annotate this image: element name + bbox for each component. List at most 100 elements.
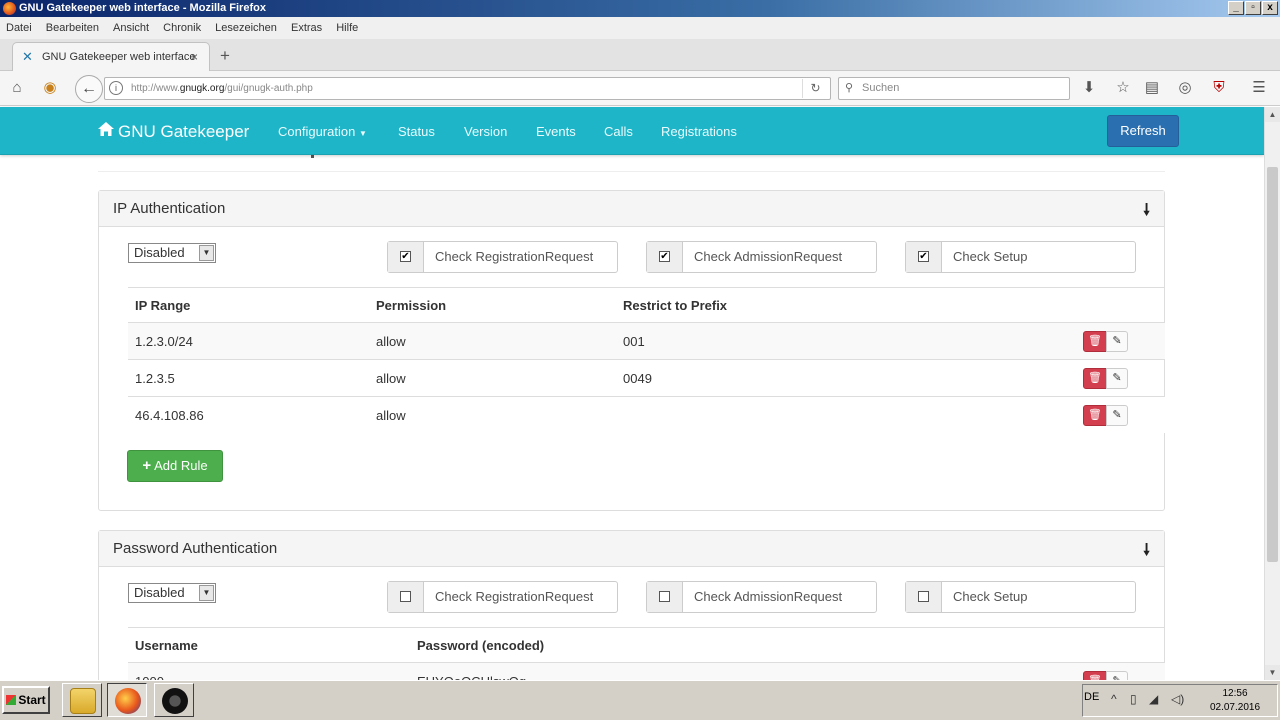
start-button[interactable]: Start (2, 686, 50, 714)
check-admissionrequest-group: ✔ Check AdmissionRequest (646, 241, 877, 273)
minimize-button[interactable]: _ (1228, 1, 1244, 15)
menu-hilfe[interactable]: Hilfe (336, 17, 358, 39)
add-rule-button[interactable]: + Add Rule (127, 450, 223, 482)
browser-tab[interactable]: ✕ GNU Gatekeeper web interface × (12, 42, 210, 72)
scroll-up-icon[interactable]: ▲ (1265, 107, 1280, 122)
column-restrict-prefix: Restrict to Prefix (623, 298, 728, 313)
address-bar[interactable]: i http://www.gnugk.org/gui/gnugk-auth.ph… (104, 77, 831, 100)
search-input[interactable]: ⚲ Suchen (838, 77, 1070, 100)
language-indicator[interactable]: DE (1084, 691, 1099, 703)
trash-icon: 🗑 (1088, 409, 1102, 421)
search-icon: ⚲ (845, 82, 854, 94)
delete-rule-button[interactable]: 🗑 (1083, 368, 1107, 389)
check-admissionrequest-checkbox[interactable] (659, 591, 670, 602)
taskbar-explorer[interactable] (62, 683, 102, 717)
check-setup-checkbox[interactable]: ✔ (918, 251, 929, 262)
system-tray: DE ^ ▯ ◢ ◁) 12:56 02.07.2016 (1082, 684, 1278, 717)
menu-chronik[interactable]: Chronik (163, 17, 201, 39)
site-info-icon[interactable]: i (109, 81, 123, 95)
collapse-arrow-icon[interactable]: 🠗 (1143, 199, 1150, 226)
menu-bar: Datei Bearbeiten Ansicht Chronik Lesezei… (0, 17, 1280, 39)
plus-icon: + (142, 457, 152, 474)
network-signal-icon[interactable]: ◢ (1149, 692, 1158, 706)
check-registrationrequest-group: ✔ Check RegistrationRequest (387, 241, 618, 273)
brand-name: GNU Gatekeeper (118, 122, 250, 141)
clock[interactable]: 12:56 02.07.2016 (1201, 687, 1269, 715)
nav-version[interactable]: Version (464, 123, 507, 141)
collapse-arrow-icon[interactable]: 🠗 (1143, 539, 1150, 566)
scroll-thumb[interactable] (1267, 167, 1278, 562)
table-row: 1.2.3.5 allow 0049 🗑 ✎ (128, 359, 1165, 396)
panel-title: Password Authentication (113, 540, 278, 557)
trash-icon: 🗑 (1088, 335, 1102, 347)
ip-auth-mode-select[interactable]: Disabled ▼ (128, 243, 216, 263)
bookmark-star-icon[interactable]: ☆ (1113, 78, 1133, 98)
column-ip-range: IP Range (135, 298, 191, 313)
dropdown-arrow-icon: ▼ (199, 245, 214, 261)
nav-registrations[interactable]: Registrations (661, 123, 737, 141)
dropdown-arrow-icon: ▼ (199, 585, 214, 601)
cell-prefix: 001 (623, 334, 645, 349)
scrolled-heading-remnant (98, 151, 1165, 172)
tab-label: GNU Gatekeeper web interface (42, 51, 196, 63)
ublock-icon[interactable]: ⛨ (1209, 78, 1229, 98)
delete-rule-button[interactable]: 🗑 (1083, 405, 1107, 426)
reading-list-icon[interactable]: ▤ (1142, 78, 1162, 98)
edit-rule-button[interactable]: ✎ (1106, 331, 1128, 352)
pencil-icon: ✎ (1112, 409, 1122, 421)
brand-link[interactable]: GNU Gatekeeper (97, 120, 249, 144)
download-icon[interactable]: ⬇ (1079, 78, 1099, 98)
pencil-icon: ✎ (1112, 372, 1122, 384)
refresh-button[interactable]: Refresh (1107, 115, 1179, 147)
taskbar-obs[interactable] (154, 683, 194, 717)
nav-configuration[interactable]: Configuration ▼ (278, 123, 367, 143)
edit-rule-button[interactable]: ✎ (1106, 368, 1128, 389)
menu-extras[interactable]: Extras (291, 17, 322, 39)
panel-title: IP Authentication (113, 200, 226, 217)
reload-icon[interactable]: ↻ (802, 79, 828, 98)
check-registrationrequest-checkbox[interactable]: ✔ (400, 251, 411, 262)
panel-heading: IP Authentication 🠗 (99, 191, 1164, 227)
menu-bearbeiten[interactable]: Bearbeiten (46, 17, 99, 39)
addon-icon[interactable]: ◉ (40, 78, 60, 98)
panel-heading: Password Authentication 🠗 (99, 531, 1164, 567)
delete-rule-button[interactable]: 🗑 (1083, 331, 1107, 352)
cell-permission: allow (376, 334, 406, 349)
nav-status[interactable]: Status (398, 123, 435, 141)
window-title-bar[interactable]: GNU Gatekeeper web interface - Mozilla F… (0, 0, 1280, 17)
restore-button[interactable]: ▫ (1245, 1, 1261, 15)
url-text: http://www.gnugk.org/gui/gnugk-auth.php (131, 83, 313, 94)
column-password: Password (encoded) (417, 638, 545, 653)
cell-permission: allow (376, 408, 406, 423)
firefox-icon (3, 2, 16, 15)
battery-icon[interactable]: ▯ (1130, 692, 1137, 706)
ip-authentication-panel: IP Authentication 🠗 Disabled ▼ ✔ Check R… (98, 190, 1165, 511)
table-header-row: IP Range Permission Restrict to Prefix (128, 287, 1165, 323)
firefox-icon (115, 688, 141, 714)
check-setup-checkbox[interactable] (918, 591, 929, 602)
vertical-scrollbar[interactable]: ▲ ▼ (1264, 107, 1280, 680)
volume-icon[interactable]: ◁) (1171, 692, 1184, 706)
menu-ansicht[interactable]: Ansicht (113, 17, 149, 39)
taskbar-firefox[interactable] (107, 683, 147, 717)
back-button[interactable]: ← (75, 75, 103, 103)
scroll-down-icon[interactable]: ▼ (1265, 665, 1280, 680)
window-title: GNU Gatekeeper web interface - Mozilla F… (19, 2, 266, 14)
pocket-icon[interactable]: ◎ (1175, 78, 1195, 98)
nav-calls[interactable]: Calls (604, 123, 633, 141)
menu-datei[interactable]: Datei (6, 17, 32, 39)
tab-close-icon[interactable]: × (191, 43, 198, 71)
close-window-button[interactable]: x (1262, 1, 1278, 15)
cell-ip: 1.2.3.0/24 (135, 334, 193, 349)
check-registrationrequest-checkbox[interactable] (400, 591, 411, 602)
password-auth-mode-select[interactable]: Disabled ▼ (128, 583, 216, 603)
nav-events[interactable]: Events (536, 123, 576, 141)
tray-expand-icon[interactable]: ^ (1111, 692, 1117, 706)
new-tab-button[interactable]: + (220, 44, 236, 68)
check-registrationrequest-group: Check RegistrationRequest (387, 581, 618, 613)
home-icon[interactable]: ⌂ (7, 78, 27, 98)
check-admissionrequest-checkbox[interactable]: ✔ (659, 251, 670, 262)
edit-rule-button[interactable]: ✎ (1106, 405, 1128, 426)
hamburger-menu-icon[interactable]: ☰ (1249, 78, 1269, 98)
menu-lesezeichen[interactable]: Lesezeichen (215, 17, 277, 39)
